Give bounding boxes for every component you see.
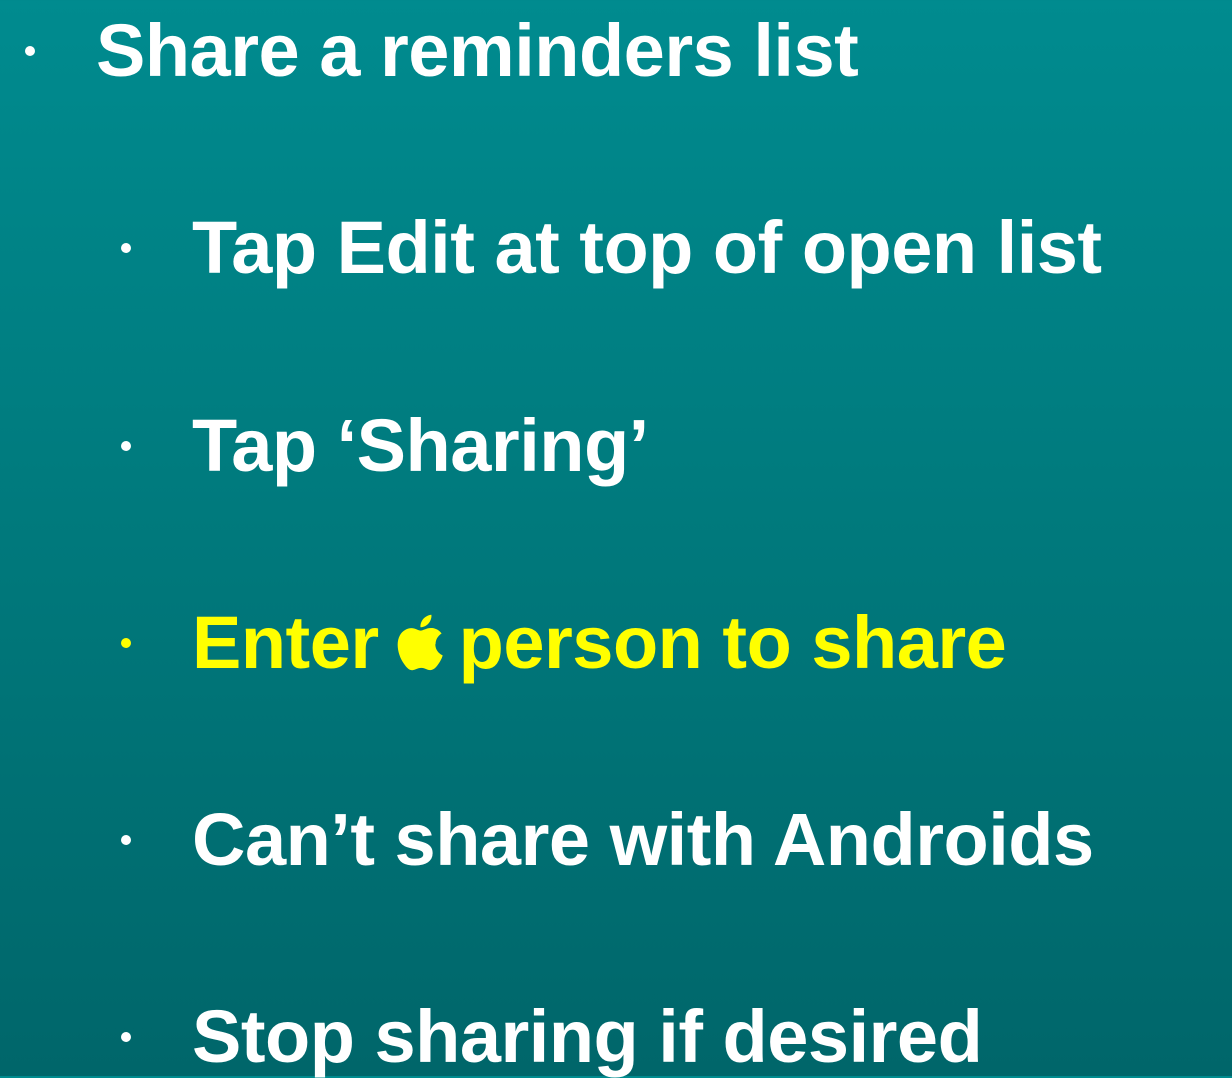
bullet-text-after: person to share (458, 601, 1007, 684)
bullet-item: Stop sharing if desired (0, 995, 983, 1078)
slide: Share a reminders list Tap Edit at top o… (0, 0, 1232, 1076)
bullet-text: Tap ‘Sharing’ (192, 404, 649, 487)
bullet-text: Share a reminders list (96, 9, 859, 92)
bullet-dot (121, 243, 131, 253)
bullet-item: Tap Edit at top of open list (0, 211, 1102, 285)
bullet-dot (121, 441, 131, 451)
bullet-dot (121, 835, 131, 845)
apple-logo-icon (391, 610, 445, 674)
bullet-dot (121, 1032, 131, 1042)
bullet-text: Stop sharing if desired (192, 995, 983, 1078)
bullet-item-highlighted: Enter person to share (0, 606, 1007, 680)
bullet-text: Enter person to share (192, 606, 1007, 680)
bullet-dot (121, 638, 131, 648)
bullet-text: Can’t share with Androids (192, 798, 1094, 881)
bullet-text: Tap Edit at top of open list (192, 206, 1102, 289)
bullet-item: Can’t share with Androids (0, 803, 1094, 877)
bullet-dot (25, 46, 35, 56)
bullet-item: Tap ‘Sharing’ (0, 409, 649, 483)
bullet-text-before: Enter (192, 601, 379, 684)
bullet-item: Share a reminders list (0, 9, 859, 92)
